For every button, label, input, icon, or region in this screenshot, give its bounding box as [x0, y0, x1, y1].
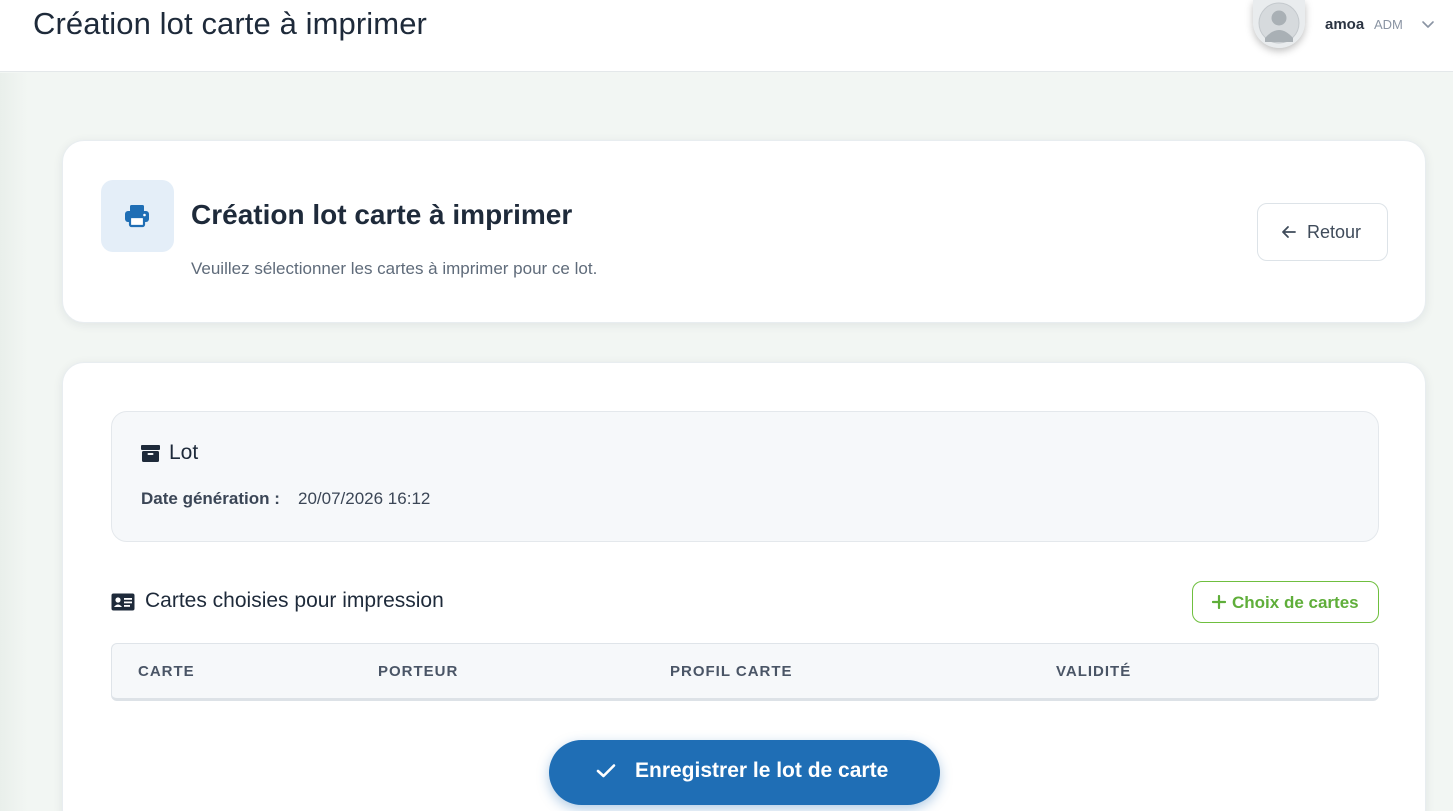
plus-icon	[1212, 595, 1226, 609]
main-card: Lot Date génération : 20/07/2026 16:12 C…	[62, 362, 1426, 811]
page-title: Création lot carte à imprimer	[33, 6, 427, 41]
back-button[interactable]: Retour	[1257, 203, 1388, 261]
choice-cards-button[interactable]: Choix de cartes	[1192, 581, 1379, 623]
id-card-icon	[111, 593, 135, 611]
column-header-carte[interactable]: CARTE	[138, 663, 195, 680]
column-header-porteur[interactable]: PORTEUR	[378, 663, 458, 680]
save-lot-label: Enregistrer le lot de carte	[635, 759, 889, 782]
choice-cards-label: Choix de cartes	[1232, 593, 1359, 612]
date-generation-label: Date génération :	[141, 489, 280, 508]
column-header-validite[interactable]: VALIDITÉ	[1056, 663, 1131, 680]
card-subtitle: Veuillez sélectionner les cartes à impri…	[191, 259, 598, 278]
user-name[interactable]: amoa	[1325, 16, 1364, 33]
cards-table: CARTE PORTEUR PROFIL CARTE VALIDITÉ	[111, 643, 1379, 701]
column-header-profil-carte[interactable]: PROFIL CARTE	[670, 663, 793, 680]
save-lot-button[interactable]: Enregistrer le lot de carte	[549, 740, 940, 805]
top-bar: Création lot carte à imprimer amoa ADM	[0, 0, 1453, 72]
date-generation-value: 20/07/2026 16:12	[298, 489, 431, 508]
chevron-down-icon[interactable]	[1420, 16, 1436, 32]
user-avatar-icon[interactable]	[1253, 0, 1305, 48]
cards-section-title: Cartes choisies pour impression	[145, 589, 444, 612]
card-title: Création lot carte à imprimer	[191, 199, 573, 230]
sidebar-edge	[0, 73, 28, 811]
back-button-label: Retour	[1307, 222, 1362, 242]
user-role: ADM	[1374, 17, 1403, 32]
box-icon	[141, 445, 160, 462]
check-icon	[596, 764, 616, 778]
lot-title: Lot	[169, 441, 199, 464]
arrow-left-icon	[1282, 226, 1296, 238]
printer-icon	[125, 205, 149, 228]
header-card: Création lot carte à imprimer Veuillez s…	[62, 140, 1426, 323]
lot-info-box: Lot Date génération : 20/07/2026 16:12	[111, 411, 1379, 542]
printer-icon-box	[101, 180, 174, 252]
